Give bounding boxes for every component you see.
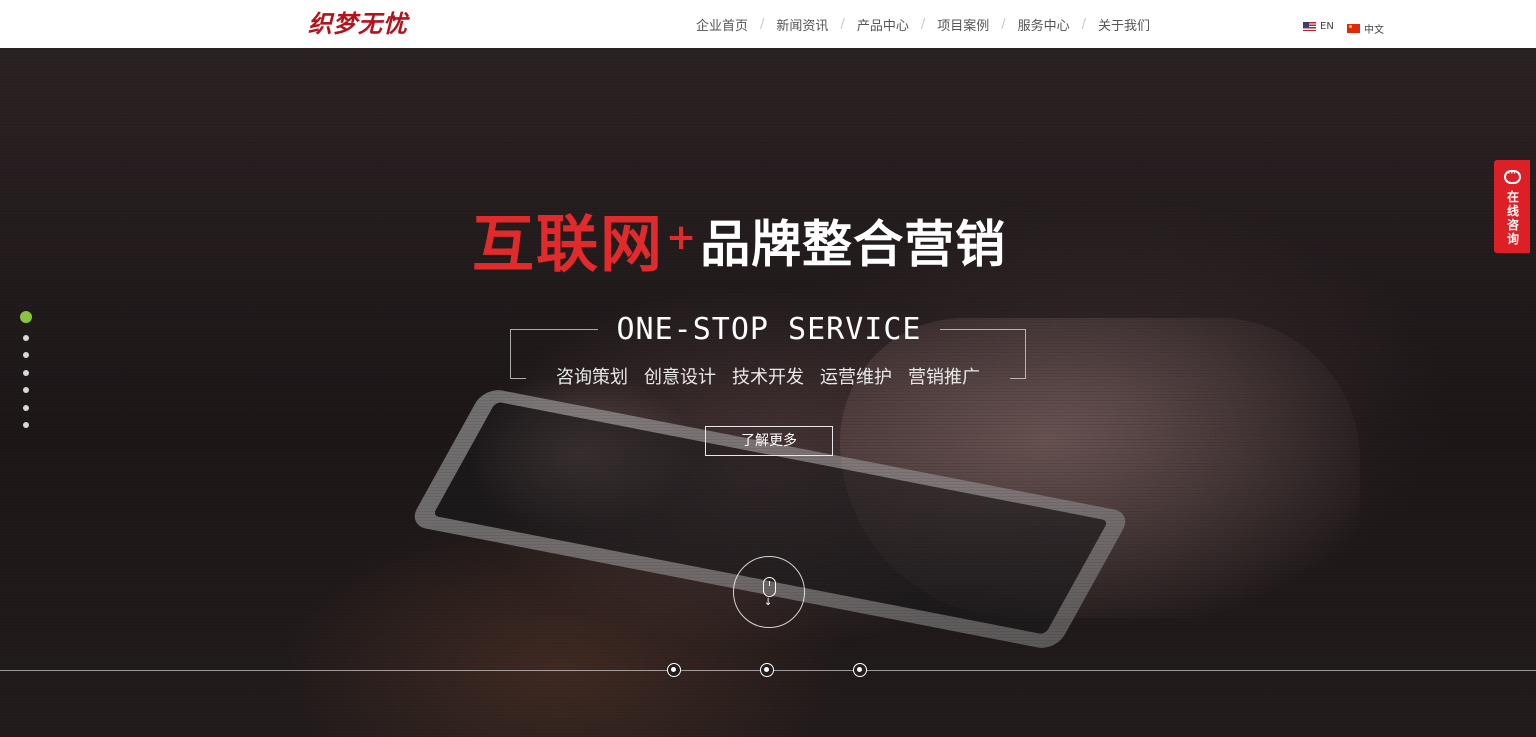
lang-en-label: EN — [1320, 21, 1334, 32]
nav-separator: / — [1001, 16, 1006, 32]
slide-dot-active[interactable] — [20, 311, 32, 323]
arrow-down-icon: ↓ — [764, 597, 773, 608]
nav-item-home[interactable]: 企业首页 — [696, 15, 748, 34]
nav-separator: / — [840, 16, 845, 32]
services-list: 咨询策划 创意设计 技术开发 运营维护 营销推广 — [530, 364, 1006, 392]
nav-separator: / — [760, 16, 765, 32]
lang-zh-link[interactable]: 中文 — [1347, 21, 1384, 36]
timeline-dot[interactable] — [667, 663, 681, 677]
learn-more-button[interactable]: 了解更多 — [705, 426, 833, 456]
frame-line — [510, 329, 598, 330]
nav-item-cases[interactable]: 项目案例 — [937, 15, 989, 34]
service-item: 创意设计 — [644, 367, 716, 388]
scroll-down-button[interactable]: ↓ — [733, 556, 805, 628]
slide-dot[interactable] — [23, 334, 29, 341]
us-flag-icon — [1303, 22, 1316, 31]
hero-overlay — [0, 48, 1536, 737]
hero-subtitle: ONE-STOP SERVICE — [616, 312, 922, 347]
mouse-scroll-icon — [763, 577, 776, 597]
headline-plus: + — [666, 217, 697, 258]
cn-flag-icon — [1347, 24, 1360, 33]
lang-zh-label: 中文 — [1364, 25, 1384, 36]
frame-line — [510, 378, 526, 379]
headline-white: 品牌整合营销 — [700, 215, 1007, 274]
lang-en-link[interactable]: EN — [1303, 21, 1334, 32]
slide-dot[interactable] — [23, 387, 29, 393]
online-consult-button[interactable]: 在线咨询 — [1494, 160, 1530, 253]
hero-headline: 互联网+品牌整合营销 — [472, 204, 1006, 285]
slide-dot[interactable] — [23, 404, 29, 411]
timeline-dot[interactable] — [760, 663, 774, 677]
service-item: 运营维护 — [820, 367, 892, 388]
slide-dot[interactable] — [23, 422, 29, 428]
nav-separator: / — [920, 16, 926, 32]
service-item: 咨询策划 — [556, 367, 628, 388]
slide-dot[interactable] — [23, 352, 29, 358]
nav-item-about[interactable]: 关于我们 — [1098, 15, 1150, 34]
service-item: 营销推广 — [908, 367, 980, 388]
site-header: 织梦无忧 企业首页 / 新闻资讯 / 产品中心 / 项目案例 / 服务中心 / … — [0, 0, 1536, 48]
nav-item-services[interactable]: 服务中心 — [1018, 15, 1070, 34]
nav-item-products[interactable]: 产品中心 — [857, 15, 909, 34]
nav-item-news[interactable]: 新闻资讯 — [776, 15, 828, 34]
nav-separator: / — [1081, 16, 1087, 32]
hero-banner: 互联网+品牌整合营销 ONE-STOP SERVICE 咨询策划 创意设计 技术… — [0, 48, 1536, 737]
frame-line — [940, 329, 1026, 330]
slide-pagination — [20, 311, 32, 428]
frame-line — [1010, 378, 1026, 379]
service-item: 技术开发 — [732, 367, 804, 388]
chat-bubble-icon — [1504, 166, 1521, 184]
slide-dot[interactable] — [23, 369, 29, 376]
consult-label: 在线咨询 — [1506, 190, 1519, 246]
timeline-dot[interactable] — [853, 663, 867, 677]
main-nav: 企业首页 / 新闻资讯 / 产品中心 / 项目案例 / 服务中心 / 关于我们 — [696, 0, 1150, 48]
logo[interactable]: 织梦无忧 — [308, 8, 408, 40]
headline-red: 互联网 — [472, 207, 665, 281]
